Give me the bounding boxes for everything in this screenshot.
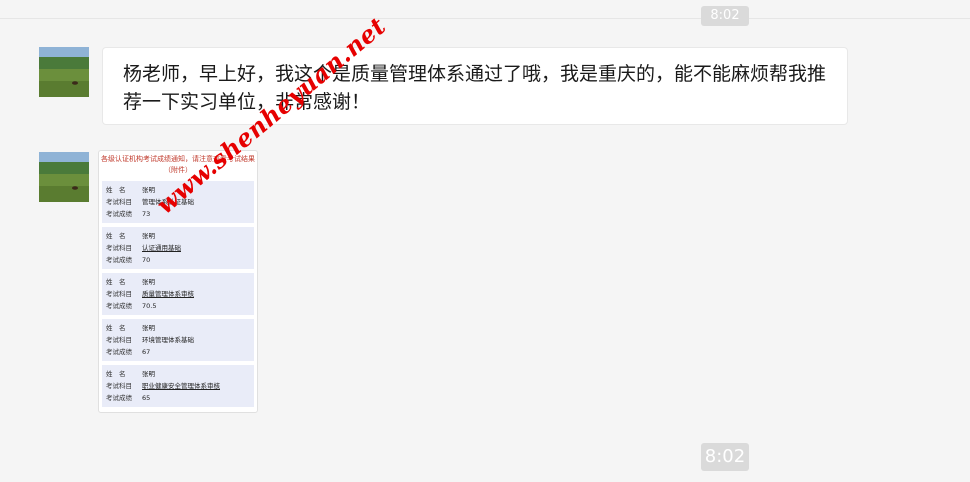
value: 张明 <box>142 186 155 194</box>
label: 姓 名 <box>106 370 126 378</box>
label: 考试成绩 <box>106 256 132 264</box>
label: 考试科目 <box>106 382 132 390</box>
message-bubble[interactable]: 杨老师，早上好，我这个是质量管理体系通过了哦，我是重庆的，能不能麻烦帮我推荐一下… <box>102 47 848 125</box>
label: 考试科目 <box>106 336 132 344</box>
value: 67 <box>142 348 151 356</box>
avatar[interactable] <box>39 152 89 202</box>
value: 张明 <box>142 278 155 286</box>
message-timestamp: 8:02 <box>701 443 749 471</box>
message-text: 杨老师，早上好，我这个是质量管理体系通过了哦，我是重庆的，能不能麻烦帮我推荐一下… <box>123 63 827 113</box>
label: 姓 名 <box>106 324 126 332</box>
label: 考试成绩 <box>106 210 132 218</box>
value: 质量管理体系审核 <box>142 290 194 298</box>
value: 73 <box>142 210 151 218</box>
top-timestamp: 8:02 <box>701 6 749 26</box>
value: 职业健康安全管理体系审核 <box>142 382 220 390</box>
value: 65 <box>142 394 151 402</box>
label: 考试成绩 <box>106 348 132 356</box>
value: 认证通用基础 <box>142 244 181 252</box>
label: 考试成绩 <box>106 302 132 310</box>
exam-record-card: 姓 名 张明 考试科目 环境管理体系基础 考试成绩 67 <box>102 319 254 361</box>
value: 70.5 <box>142 302 157 310</box>
exam-record-card: 姓 名 张明 考试科目 认证通用基础 考试成绩 70 <box>102 227 254 269</box>
value: 张明 <box>142 324 155 332</box>
label: 姓 名 <box>106 232 126 240</box>
label: 姓 名 <box>106 186 126 194</box>
value: 70 <box>142 256 151 264</box>
value: 环境管理体系基础 <box>142 336 194 344</box>
value: 张明 <box>142 232 155 240</box>
label: 考试科目 <box>106 198 132 206</box>
avatar[interactable] <box>39 47 89 97</box>
top-divider <box>0 18 970 19</box>
label: 考试科目 <box>106 244 132 252</box>
label: 姓 名 <box>106 278 126 286</box>
label: 考试科目 <box>106 290 132 298</box>
exam-record-card: 姓 名 张明 考试科目 职业健康安全管理体系审核 考试成绩 65 <box>102 365 254 407</box>
label: 考试成绩 <box>106 394 132 402</box>
value: 张明 <box>142 370 155 378</box>
exam-record-card: 姓 名 张明 考试科目 质量管理体系审核 考试成绩 70.5 <box>102 273 254 315</box>
